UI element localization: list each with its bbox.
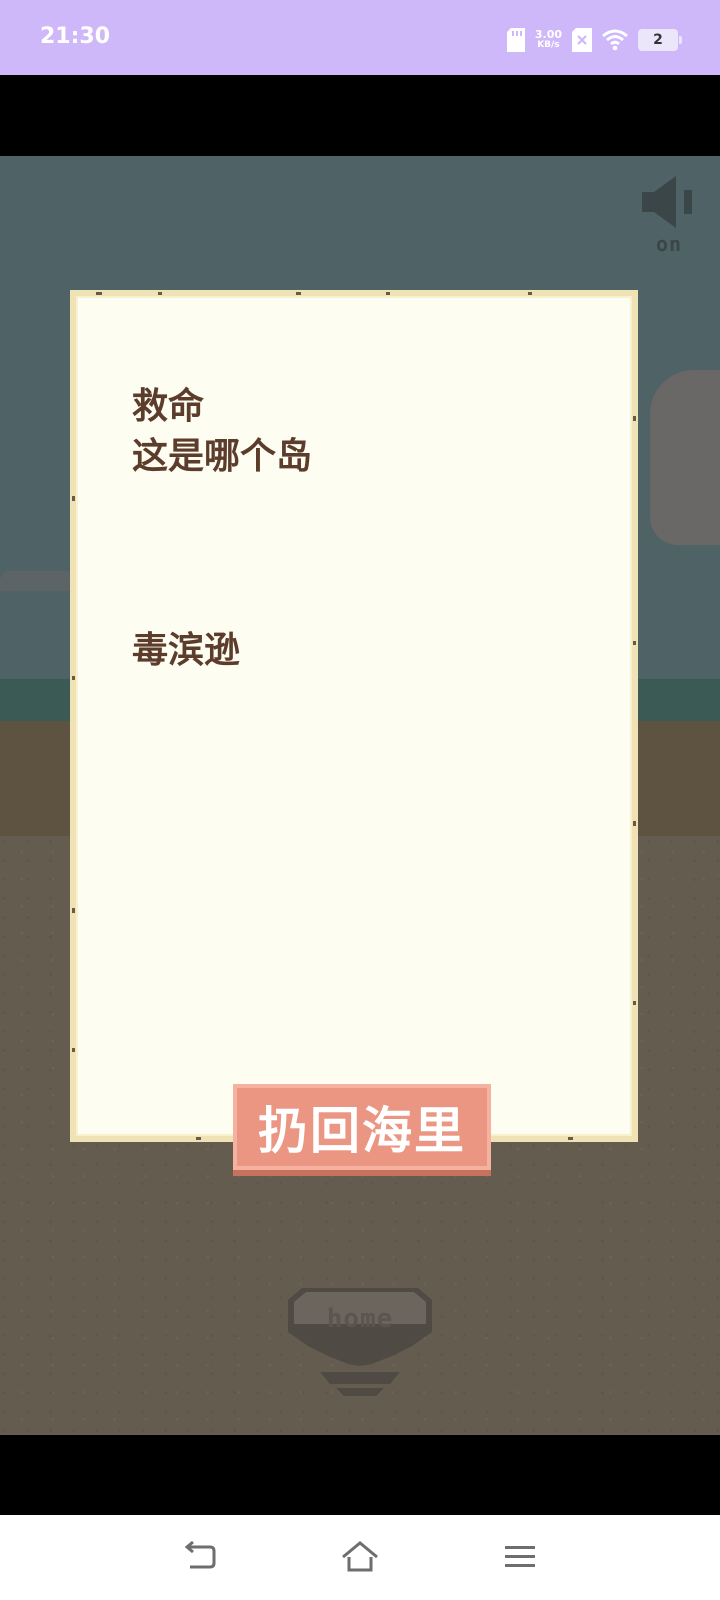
network-speed-value: 3.00 [534,28,562,41]
nav-back-button[interactable] [180,1537,220,1577]
sound-toggle[interactable]: on [638,174,700,256]
network-speed: 3.00 KB/s [535,29,562,51]
nav-home-button[interactable] [340,1537,380,1577]
nav-menu-button[interactable] [500,1537,540,1577]
note-line: 这是哪个岛 [132,436,313,477]
note-signature: 毒滨逊 [132,630,241,671]
status-icons: 3.00 KB/s 2 [506,20,682,60]
battery-level: 2 [653,32,663,48]
wifi-icon [602,29,628,51]
message-note: 救命 这是哪个岛 毒滨逊 [70,290,638,1142]
game-scene: on 救命 这是哪个岛 毒滨逊 扔回海里 home [0,156,720,1435]
letterbox-top [0,75,720,156]
status-time: 21:30 [40,24,111,49]
note-message: 救命 这是哪个岛 [132,382,572,482]
battery-icon: 2 [638,29,682,51]
sound-label: on [655,232,683,256]
back-icon [184,1540,216,1569]
note-line: 救命 [132,386,205,427]
menu-icon [505,1546,535,1567]
home-icon [342,1541,378,1572]
navigation-bar [0,1515,720,1600]
screen: 21:30 3.00 KB/s 2 on 救命 这是哪个岛 毒滨逊 扔回海里 h… [0,0,720,1600]
throw-back-button[interactable]: 扔回海里 [233,1084,491,1170]
home-label: home [326,1304,394,1334]
network-speed-unit: KB/s [537,40,560,50]
status-bar: 21:30 3.00 KB/s 2 [0,0,720,75]
letterbox-bottom [0,1435,720,1515]
cloud [0,571,80,591]
sd-card-icon [506,28,525,52]
cloud [650,370,720,545]
speaker-icon [642,176,692,228]
home-button[interactable]: home [280,1288,440,1396]
no-sim-icon [572,28,592,52]
